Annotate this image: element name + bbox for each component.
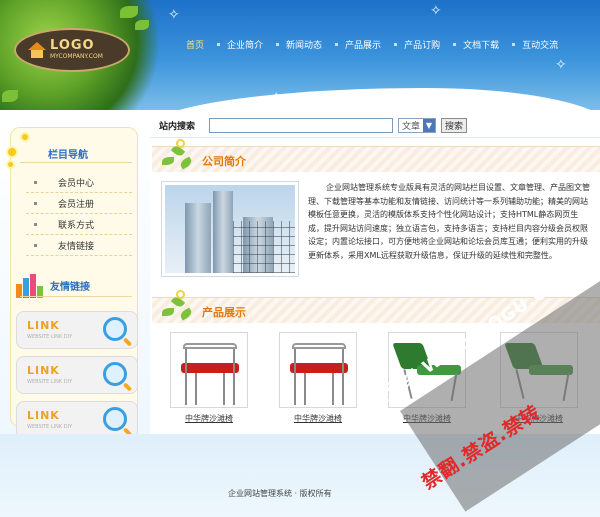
logo-text: LOGO <box>50 38 95 53</box>
about-section-header: 公司简介 <box>152 139 600 172</box>
footer-text: 企业网站管理系统 · 版权所有 <box>228 489 332 498</box>
leaf-decoration <box>2 90 18 102</box>
nav-item-home[interactable]: 首页 <box>186 38 204 51</box>
products-title: 产品展示 <box>202 306 246 319</box>
nav-item-downloads[interactable]: 文档下载 <box>453 38 499 51</box>
bullet-icon <box>276 43 280 46</box>
link-sublabel: WEBSITE LINK DIY <box>27 379 73 385</box>
divider <box>20 296 132 297</box>
chair-seat <box>290 363 348 373</box>
product-image <box>170 332 248 408</box>
main-nav: 首页 企业简介 新闻动态 产品展示 产品订购 文档下载 互动交流 <box>186 38 571 51</box>
friends-heading: 友情链接 <box>16 272 90 298</box>
product-card[interactable]: 中华牌沙滩椅 <box>279 332 357 424</box>
leaf-decoration <box>135 20 149 30</box>
bullet-icon <box>512 43 516 46</box>
bullet-icon <box>335 43 339 46</box>
company-photo <box>161 181 299 277</box>
sidebar-item-member-register[interactable]: 会员注册 <box>26 193 132 214</box>
bar-chart-icon <box>16 272 44 298</box>
search-bar: 站内搜索 文章 ▼ 搜索 <box>150 114 600 138</box>
friends-title: 友情链接 <box>50 281 90 293</box>
magnifier-icon <box>103 317 127 341</box>
nav-item-about[interactable]: 企业简介 <box>217 38 263 51</box>
nav-item-news[interactable]: 新闻动态 <box>276 38 322 51</box>
select-value: 文章 <box>402 122 421 132</box>
vine-icon <box>160 139 196 173</box>
link-label: LINK <box>27 409 60 422</box>
flower-icon <box>6 160 15 169</box>
sidebar-menu: 会员中心 会员注册 联系方式 友情链接 <box>26 172 132 256</box>
leaf-decoration <box>120 6 138 18</box>
sparkle-icon: ✧ <box>168 7 180 23</box>
bullet-icon <box>453 43 457 46</box>
link-sublabel: WEBSITE LINK DIY <box>27 424 73 430</box>
cloud-decoration <box>150 88 600 110</box>
search-button[interactable]: 搜索 <box>441 118 467 133</box>
flower-icon <box>20 132 30 142</box>
sparkle-icon: ✧ <box>430 3 442 19</box>
chevron-down-icon: ▼ <box>423 119 435 132</box>
sidebar-item-friend-links[interactable]: 友情链接 <box>26 235 132 256</box>
bullet-icon <box>394 43 398 46</box>
product-name: 中华牌沙滩椅 <box>294 414 342 423</box>
sidebar-item-member-center[interactable]: 会员中心 <box>26 172 132 193</box>
bullet-icon <box>217 43 221 46</box>
magnifier-icon <box>103 362 127 386</box>
search-type-select[interactable]: 文章 ▼ <box>398 118 436 133</box>
product-card[interactable]: 中华牌沙滩椅 <box>170 332 248 424</box>
link-banner[interactable]: LINK WEBSITE LINK DIY <box>16 311 138 349</box>
nav-item-interact[interactable]: 互动交流 <box>512 38 558 51</box>
link-label: LINK <box>27 319 60 332</box>
link-sublabel: WEBSITE LINK DIY <box>27 334 73 340</box>
about-text: 企业网站管理系统专业版具有灵活的网站栏目设置、文章管理、产品图文管理、下载管理等… <box>308 183 590 260</box>
link-label: LINK <box>27 364 60 377</box>
sidebar-title: 栏目导航 <box>48 150 88 161</box>
site-header: ✧ ✧ ✧ ✧ ✦ LOGO MYCOMPANY.COM 首页 企业简介 新闻动… <box>0 0 600 110</box>
house-icon <box>28 42 46 58</box>
nav-item-orders[interactable]: 产品订购 <box>394 38 440 51</box>
sparkle-icon: ✧ <box>555 57 567 73</box>
product-name: 中华牌沙滩椅 <box>403 414 451 423</box>
product-name: 中华牌沙滩椅 <box>185 414 233 423</box>
logo[interactable]: LOGO MYCOMPANY.COM <box>14 28 130 72</box>
flower-icon <box>6 146 18 158</box>
nav-item-products[interactable]: 产品展示 <box>335 38 381 51</box>
product-image <box>279 332 357 408</box>
link-banner[interactable]: LINK WEBSITE LINK DIY <box>16 356 138 394</box>
logo-subtext: MYCOMPANY.COM <box>50 53 103 60</box>
sidebar-item-contact[interactable]: 联系方式 <box>26 214 132 235</box>
vine-icon <box>160 290 196 324</box>
chair-seat <box>181 363 239 373</box>
magnifier-icon <box>103 407 127 431</box>
search-label: 站内搜索 <box>159 122 196 132</box>
search-input[interactable] <box>209 118 393 133</box>
site-footer: 企业网站管理系统 · 版权所有 <box>0 434 600 517</box>
product-image <box>500 332 578 408</box>
divider <box>20 162 132 163</box>
about-title: 公司简介 <box>202 155 246 168</box>
